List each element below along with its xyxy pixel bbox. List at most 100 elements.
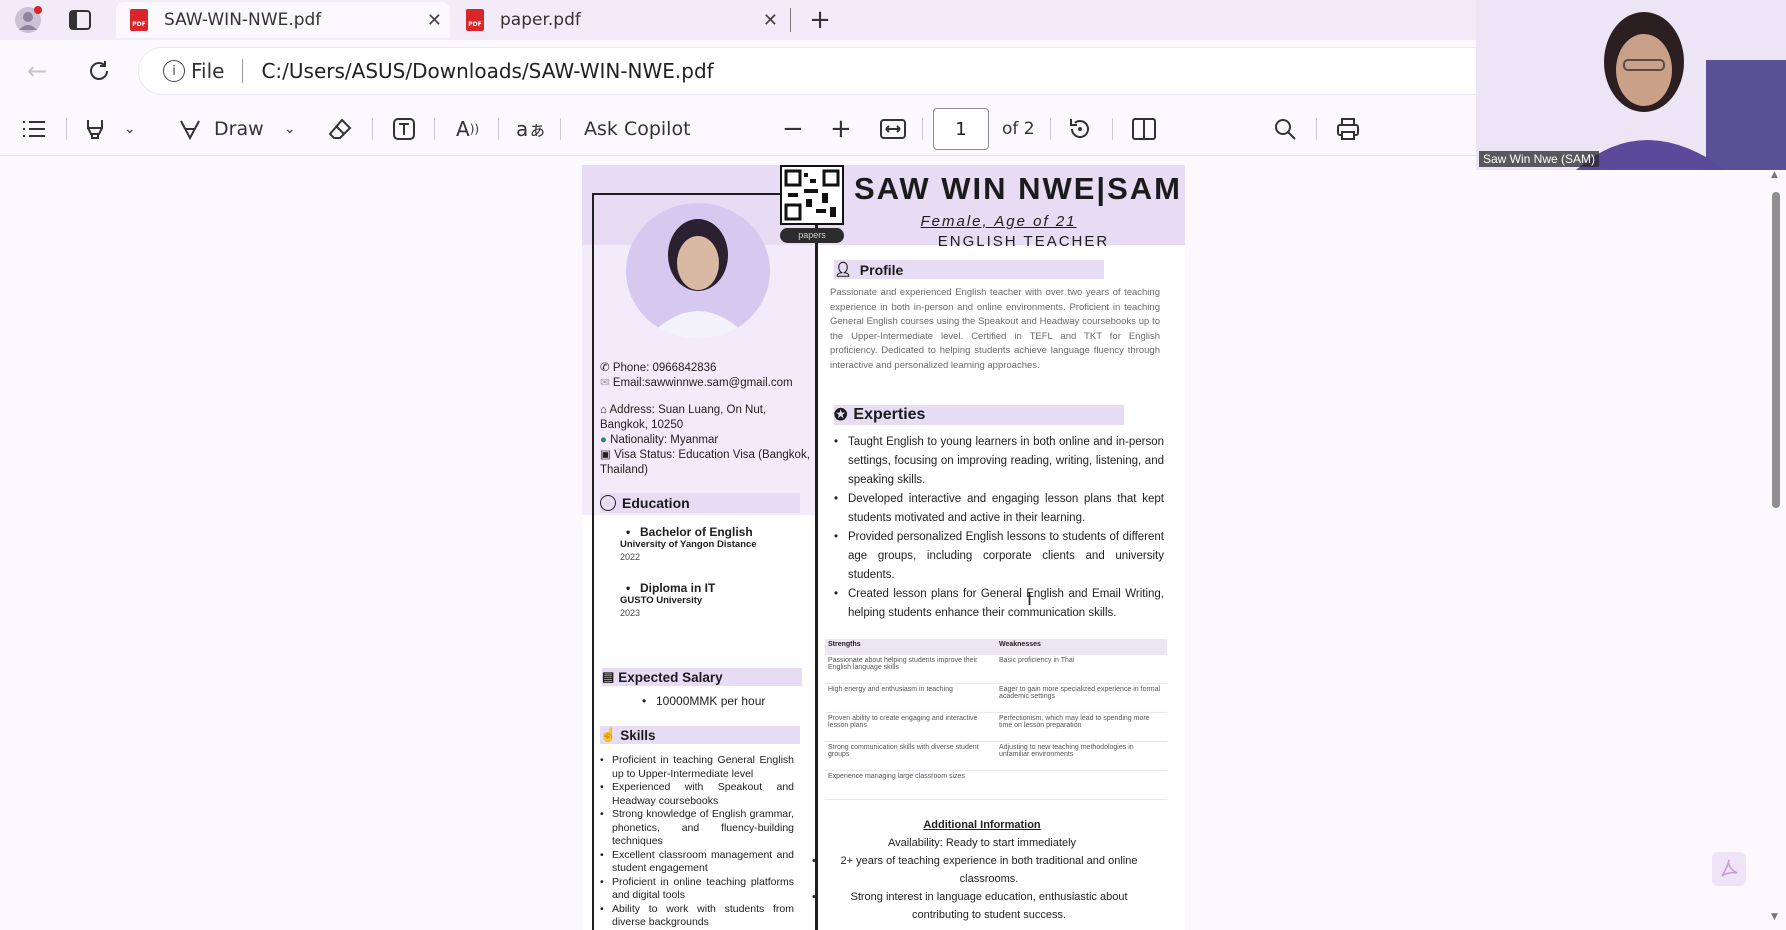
experties-heading: ✪ Experties bbox=[834, 405, 1124, 425]
text-box-icon[interactable] bbox=[392, 102, 416, 156]
pdf-file-icon: PDF bbox=[130, 9, 148, 31]
toolbar-separator bbox=[1112, 118, 1113, 140]
profile-avatar-icon[interactable] bbox=[14, 6, 42, 34]
zoom-in-icon[interactable]: + bbox=[830, 102, 852, 156]
translate-icon[interactable]: aぁ bbox=[516, 102, 546, 156]
list-item: Created lesson plans for General English… bbox=[828, 585, 1164, 623]
file-scheme-label: File bbox=[191, 59, 225, 83]
back-icon[interactable]: ← bbox=[22, 56, 52, 86]
table-cell: Adjusting to new teaching methodologies … bbox=[996, 741, 1167, 771]
address-field[interactable]: i File C:/Users/ASUS/Downloads/SAW-WIN-N… bbox=[138, 47, 1498, 95]
table-row: Passionate about helping students improv… bbox=[825, 654, 1167, 684]
visa-row: ▣ Visa Status: Education Visa (Bangkok, … bbox=[600, 448, 815, 478]
additional-heading: Additional Information bbox=[923, 819, 1041, 831]
phone-text: Phone: 0966842836 bbox=[612, 362, 717, 374]
toolbar-separator bbox=[434, 118, 435, 140]
profile-heading-text: Profile bbox=[859, 261, 904, 278]
url-text[interactable]: C:/Users/ASUS/Downloads/SAW-WIN-NWE.pdf bbox=[261, 59, 713, 83]
list-item: Excellent classroom management and stude… bbox=[600, 849, 794, 876]
print-icon[interactable] bbox=[1336, 102, 1360, 156]
refresh-icon[interactable] bbox=[84, 56, 114, 86]
new-tab-icon[interactable]: + bbox=[806, 5, 834, 35]
close-tab-icon[interactable]: ✕ bbox=[427, 10, 442, 31]
candidate-name: SAW WIN NWE|SAM bbox=[854, 171, 1182, 206]
contents-icon[interactable] bbox=[22, 102, 46, 156]
tab-saw-win-nwe[interactable]: PDF SAW-WIN-NWE.pdf ✕ bbox=[116, 2, 450, 38]
list-item: Taught English to young learners in both… bbox=[828, 433, 1164, 490]
highlight-icon[interactable] bbox=[84, 102, 106, 156]
candidate-role: ENGLISH TEACHER bbox=[722, 233, 1185, 250]
tab-actions-icon[interactable] bbox=[68, 8, 92, 32]
additional-info: Additional Information Availability: Rea… bbox=[812, 816, 1152, 924]
table-cell: Basic proficiency in Thai bbox=[996, 654, 1167, 684]
nationality-row: ● Nationality: Myanmar bbox=[600, 433, 815, 448]
list-item: Experienced with Speakout and Headway co… bbox=[600, 781, 794, 808]
eraser-icon[interactable] bbox=[328, 102, 352, 156]
list-item: Developed interactive and engaging lesso… bbox=[828, 490, 1164, 528]
skills-heading-text: Skills bbox=[620, 727, 656, 743]
toolbar-separator bbox=[1316, 118, 1317, 140]
skills-list: Proficient in teaching General English u… bbox=[600, 754, 794, 930]
table-cell: Passionate about helping students improv… bbox=[825, 654, 996, 684]
table-row: Proven ability to create engaging and in… bbox=[825, 712, 1167, 742]
profile-heading: 👤︎ Profile bbox=[834, 260, 1104, 279]
toolbar-separator bbox=[1050, 118, 1051, 140]
table-row: Experience managing large classroom size… bbox=[825, 770, 1167, 800]
highlight-dropdown-icon[interactable]: ⌄ bbox=[124, 102, 136, 156]
year-text: 2023 bbox=[620, 608, 641, 618]
year-text: 2022 bbox=[620, 552, 641, 562]
pdf-page: papers SAW WIN NWE|SAM Female, Age of 21… bbox=[582, 165, 1185, 930]
toolbar-separator bbox=[372, 118, 373, 140]
draw-button[interactable]: Draw bbox=[178, 102, 264, 156]
strengths-weaknesses-table: Strengths Weaknesses Passionate about he… bbox=[825, 639, 1167, 800]
candidate-subtitle: Female, Age of 21 bbox=[697, 213, 1185, 230]
page-number-input[interactable]: 1 bbox=[933, 108, 989, 150]
pdf-file-icon: PDF bbox=[466, 9, 484, 31]
info-icon[interactable]: i bbox=[163, 60, 185, 82]
salary-heading-text: Expected Salary bbox=[618, 669, 723, 685]
address-text: Address: Suan Luang, On Nut, Bangkok, 10… bbox=[600, 404, 767, 431]
vertical-scrollbar[interactable]: ▲ ▼ bbox=[1771, 170, 1780, 922]
toolbar-separator bbox=[922, 118, 923, 140]
fit-width-icon[interactable] bbox=[880, 102, 906, 156]
toolbar-separator bbox=[66, 118, 67, 140]
skills-heading: ☝ Skills bbox=[600, 726, 800, 744]
scrollbar-thumb[interactable] bbox=[1772, 192, 1780, 508]
table-header-row: Strengths Weaknesses bbox=[825, 639, 1167, 655]
close-tab-icon[interactable]: ✕ bbox=[763, 10, 778, 31]
contact-block: ✆ Phone: 0966842836 ✉ Email:sawwinnwe.sa… bbox=[600, 361, 815, 478]
draw-dropdown-icon[interactable]: ⌄ bbox=[284, 102, 296, 156]
read-aloud-icon[interactable]: A)) bbox=[456, 102, 479, 156]
globe-icon: ● bbox=[600, 434, 611, 446]
person-icon: 👤︎ bbox=[834, 261, 852, 277]
tab-paper[interactable]: PDF paper.pdf ✕ bbox=[452, 2, 786, 38]
passport-icon: ▣ bbox=[600, 449, 615, 461]
page-view-icon[interactable] bbox=[1132, 102, 1156, 156]
rotate-icon[interactable] bbox=[1068, 102, 1092, 156]
school-text: GUSTO University bbox=[620, 595, 703, 606]
zoom-out-icon[interactable]: − bbox=[782, 102, 804, 156]
list-item: Provided personalized English lessons to… bbox=[828, 528, 1164, 585]
address-row: ⌂ Address: Suan Luang, On Nut, Bangkok, … bbox=[600, 403, 815, 433]
page-total: of 2 bbox=[1002, 119, 1035, 139]
list-item: Strong interest in language education, e… bbox=[812, 888, 1152, 924]
scroll-up-icon[interactable]: ▲ bbox=[1771, 170, 1778, 180]
acrobat-icon[interactable] bbox=[1712, 852, 1746, 886]
school-text: University of Yangon Distance bbox=[620, 539, 757, 550]
salary-heading: ▤ Expected Salary bbox=[602, 668, 802, 686]
tab-title: paper.pdf bbox=[500, 10, 581, 30]
experties-list: Taught English to young learners in both… bbox=[828, 433, 1164, 623]
education-icon bbox=[600, 495, 616, 511]
home-icon: ⌂ bbox=[600, 404, 610, 416]
table-cell: Strong communication skills with diverse… bbox=[825, 741, 996, 771]
scroll-down-icon[interactable]: ▼ bbox=[1771, 912, 1778, 922]
ask-copilot-button[interactable]: Ask Copilot bbox=[584, 102, 691, 156]
profile-text: Passionate and experienced English teach… bbox=[830, 287, 1160, 371]
list-item: 2+ years of teaching experience in both … bbox=[812, 852, 1152, 888]
table-cell: High energy and enthusiasm in teaching bbox=[825, 683, 996, 713]
salary-icon: ▤ bbox=[602, 669, 615, 684]
search-icon[interactable] bbox=[1274, 102, 1296, 156]
tab-title: SAW-WIN-NWE.pdf bbox=[164, 10, 322, 30]
phone-icon: ✆ bbox=[600, 362, 613, 374]
toolbar-separator bbox=[560, 118, 561, 140]
